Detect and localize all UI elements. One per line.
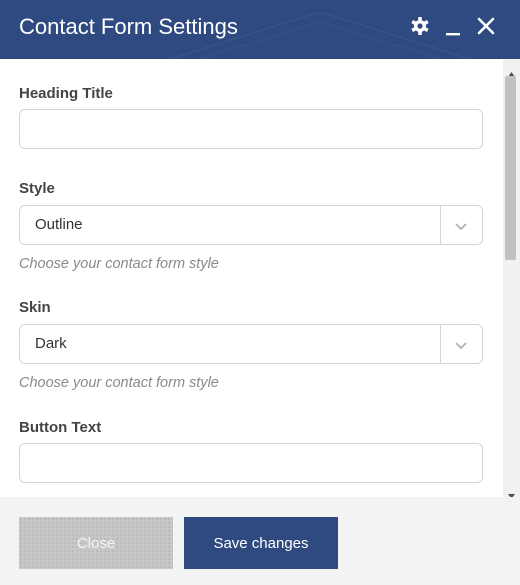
close-button[interactable]: Close (19, 517, 173, 569)
select-divider (440, 206, 441, 244)
select-divider (440, 325, 441, 363)
chevron-down-icon[interactable] (454, 219, 468, 237)
minimize-icon[interactable] (441, 14, 465, 38)
skin-label: Skin (19, 299, 51, 316)
scrollbar[interactable] (503, 59, 520, 499)
button-text-input[interactable] (19, 443, 483, 483)
skin-select-value: Dark (35, 335, 67, 352)
heading-title-label: Heading Title (19, 85, 113, 102)
close-icon[interactable] (474, 14, 498, 38)
skin-select[interactable]: Dark (19, 324, 483, 364)
save-changes-button[interactable]: Save changes (184, 517, 338, 569)
dialog-footer: Close Save changes (0, 497, 520, 585)
style-hint: Choose your contact form style (19, 256, 219, 272)
style-select[interactable]: Outline (19, 205, 483, 245)
button-text-label: Button Text (19, 419, 102, 436)
scrollbar-thumb[interactable] (505, 76, 516, 260)
style-label: Style (19, 180, 55, 197)
dialog-header: Contact Form Settings (0, 0, 520, 59)
heading-title-input[interactable] (19, 109, 483, 149)
gear-icon[interactable] (408, 14, 432, 38)
settings-form: Heading Title Style Outline Choose your … (0, 59, 520, 497)
dialog-title: Contact Form Settings (19, 14, 238, 39)
style-select-value: Outline (35, 216, 83, 233)
contact-form-settings-dialog: Contact Form Settings Heading Title Styl… (0, 0, 520, 585)
skin-hint: Choose your contact form style (19, 375, 219, 391)
chevron-down-icon[interactable] (454, 338, 468, 356)
